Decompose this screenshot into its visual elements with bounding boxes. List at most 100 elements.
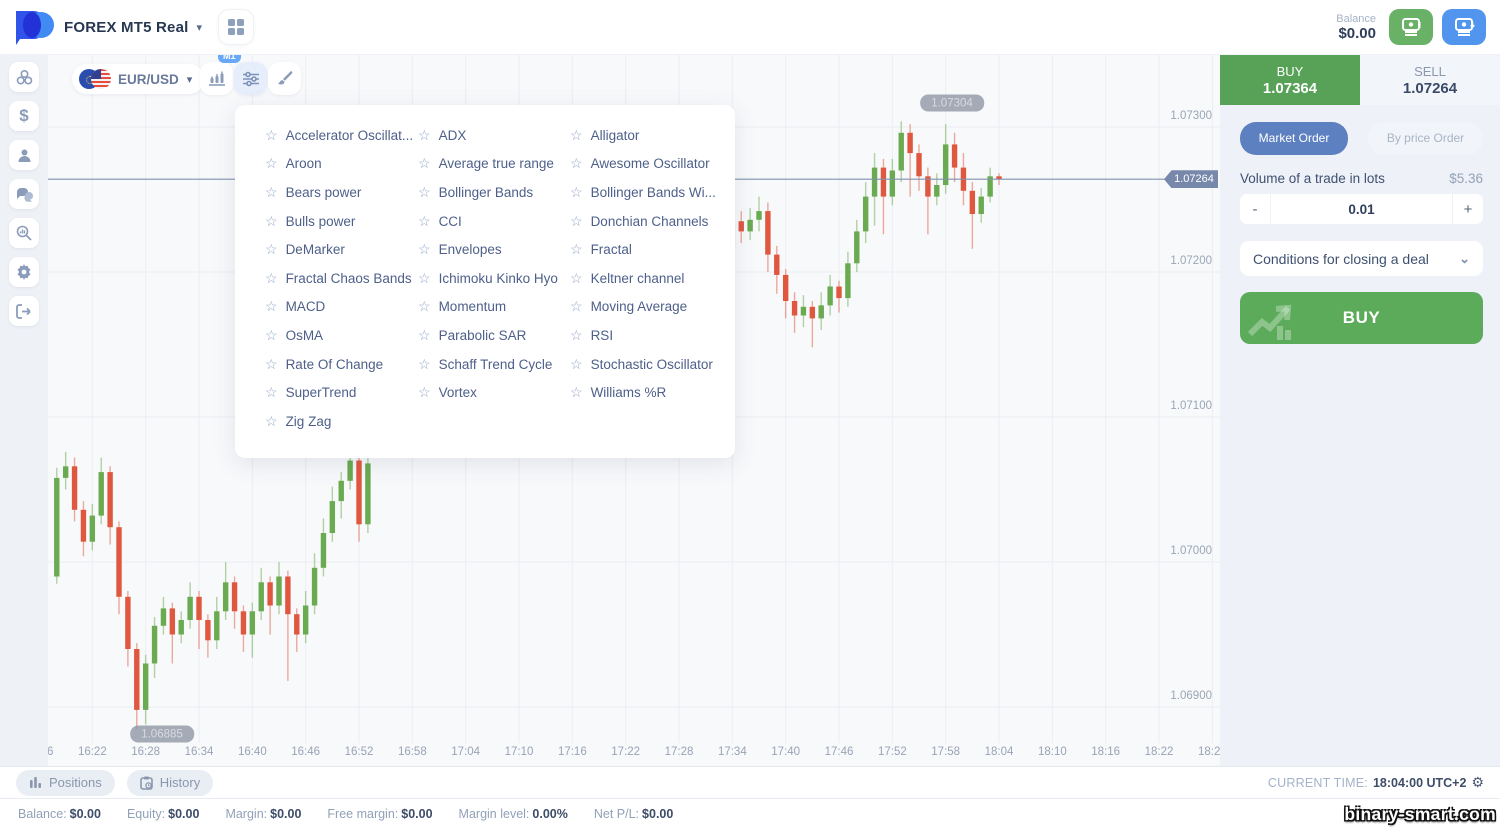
chart-type-button[interactable] [200,62,233,95]
by-price-order-button[interactable]: By price Order [1368,122,1483,155]
indicator-item[interactable]: ☆Keltner channel [570,264,730,293]
app-logo-icon [10,7,56,47]
pair-selector[interactable]: EUR/USD ▾ [72,64,204,94]
indicator-item[interactable]: ☆ADX [418,121,570,150]
favorite-star-icon[interactable]: ☆ [570,270,583,287]
history-clipboard-icon [140,776,153,790]
indicator-item-label: Bears power [286,185,362,200]
indicator-item[interactable]: ☆SuperTrend [265,378,418,407]
indicator-item[interactable]: ☆RSI [570,321,730,350]
sidebar-item-analysis[interactable] [9,218,39,248]
indicator-item[interactable]: ☆OsMA [265,321,418,350]
chart-area[interactable]: 16:1616:2216:2816:3416:4016:4616:5216:58… [48,55,1220,766]
sidebar-item-instruments[interactable] [9,62,39,92]
indicator-item[interactable]: ☆Awesome Oscillator [570,150,730,179]
status-stat: Margin:$0.00 [225,807,301,821]
favorite-star-icon[interactable]: ☆ [570,155,583,172]
favorite-star-icon[interactable]: ☆ [418,270,431,287]
left-sidebar: $ [0,55,48,766]
indicator-item[interactable]: ☆Schaff Trend Cycle [418,350,570,379]
indicator-item[interactable]: ☆MACD [265,293,418,322]
volume-input[interactable] [1271,194,1452,224]
indicators-button[interactable] [234,62,267,95]
favorite-star-icon[interactable]: ☆ [265,241,278,258]
favorite-star-icon[interactable]: ☆ [265,356,278,373]
deposit-button[interactable] [1389,9,1433,45]
indicator-item[interactable]: ☆Donchian Channels [570,207,730,236]
favorite-star-icon[interactable]: ☆ [265,184,278,201]
withdrawal-button[interactable] [1442,9,1486,45]
indicator-item[interactable]: ☆CCI [418,207,570,236]
favorite-star-icon[interactable]: ☆ [418,298,431,315]
indicator-item[interactable]: ☆Fractal Chaos Bands [265,264,418,293]
favorite-star-icon[interactable]: ☆ [265,384,278,401]
positions-bars-icon [29,776,42,789]
favorite-star-icon[interactable]: ☆ [570,298,583,315]
favorite-star-icon[interactable]: ☆ [265,327,278,344]
indicator-item[interactable]: ☆Momentum [418,293,570,322]
favorite-star-icon[interactable]: ☆ [418,184,431,201]
sidebar-item-profile[interactable] [9,140,39,170]
volume-stepper: - + [1240,194,1483,224]
buy-tab[interactable]: BUY 1.07364 [1220,55,1360,105]
favorite-star-icon[interactable]: ☆ [265,127,278,144]
indicator-item[interactable]: ☆Rate Of Change [265,350,418,379]
indicator-item[interactable]: ☆Stochastic Oscillator [570,350,730,379]
indicator-item[interactable]: ☆ Bears power [265,178,418,207]
apps-grid-button[interactable] [218,9,254,45]
sidebar-item-logout[interactable] [9,296,39,326]
indicator-item[interactable]: ☆Average true range [418,150,570,179]
favorite-star-icon[interactable]: ☆ [418,384,431,401]
indicator-item[interactable]: ☆Bollinger Bands [418,178,570,207]
closing-conditions-dropdown[interactable]: Conditions for closing a deal ⌄ [1240,241,1483,276]
indicator-item[interactable]: ☆Accelerator Oscillat... [265,121,418,150]
market-order-button[interactable]: Market Order [1240,122,1348,155]
favorite-star-icon[interactable]: ☆ [570,384,583,401]
favorite-star-icon[interactable]: ☆ [570,241,583,258]
indicator-item[interactable]: ☆Alligator [570,121,730,150]
indicator-item[interactable]: ☆Zig Zag [265,407,418,436]
volume-increase-button[interactable]: + [1452,194,1483,224]
favorite-star-icon[interactable]: ☆ [570,184,583,201]
favorite-star-icon[interactable]: ☆ [418,356,431,373]
account-switcher[interactable]: FOREX MT5 Real ▾ [64,19,202,36]
time-axis-label: 16:46 [291,746,320,758]
buy-tab-price: 1.07364 [1263,80,1317,97]
drawing-tools-button[interactable] [268,62,301,95]
indicator-item[interactable]: ☆Ichimoku Kinko Hyo [418,264,570,293]
history-tab[interactable]: History [127,770,213,796]
indicator-item[interactable]: ☆Aroon [265,150,418,179]
favorite-star-icon[interactable]: ☆ [265,213,278,230]
sell-tab[interactable]: SELL 1.07264 [1360,55,1500,105]
indicator-item-label: Bulls power [286,214,356,229]
favorite-star-icon[interactable]: ☆ [265,413,278,430]
favorite-star-icon[interactable]: ☆ [265,270,278,287]
favorite-star-icon[interactable]: ☆ [418,327,431,344]
favorite-star-icon[interactable]: ☆ [418,155,431,172]
favorite-star-icon[interactable]: ☆ [570,327,583,344]
favorite-star-icon[interactable]: ☆ [418,241,431,258]
indicator-item[interactable]: ☆Moving Average [570,293,730,322]
indicator-item[interactable]: ☆DeMarker [265,235,418,264]
favorite-star-icon[interactable]: ☆ [570,213,583,230]
indicator-item[interactable]: ☆Vortex [418,378,570,407]
favorite-star-icon[interactable]: ☆ [418,213,431,230]
indicator-item[interactable]: ☆Fractal [570,235,730,264]
sidebar-item-chat[interactable] [9,179,39,209]
favorite-star-icon[interactable]: ☆ [570,356,583,373]
indicator-item[interactable]: ☆Williams %R [570,378,730,407]
positions-tab[interactable]: Positions [16,770,115,796]
indicator-item[interactable]: ☆ Bulls power [265,207,418,236]
favorite-star-icon[interactable]: ☆ [265,298,278,315]
volume-decrease-button[interactable]: - [1240,194,1271,224]
time-settings-gear-icon[interactable]: ⚙ [1471,774,1484,791]
sidebar-item-settings[interactable] [9,257,39,287]
favorite-star-icon[interactable]: ☆ [418,127,431,144]
indicator-item[interactable]: ☆Envelopes [418,235,570,264]
indicator-item[interactable]: ☆Bollinger Bands Wi... [570,178,730,207]
sidebar-item-finance[interactable]: $ [9,101,39,131]
favorite-star-icon[interactable]: ☆ [570,127,583,144]
favorite-star-icon[interactable]: ☆ [265,155,278,172]
buy-button[interactable]: BUY [1240,292,1483,344]
indicator-item[interactable]: ☆Parabolic SAR [418,321,570,350]
